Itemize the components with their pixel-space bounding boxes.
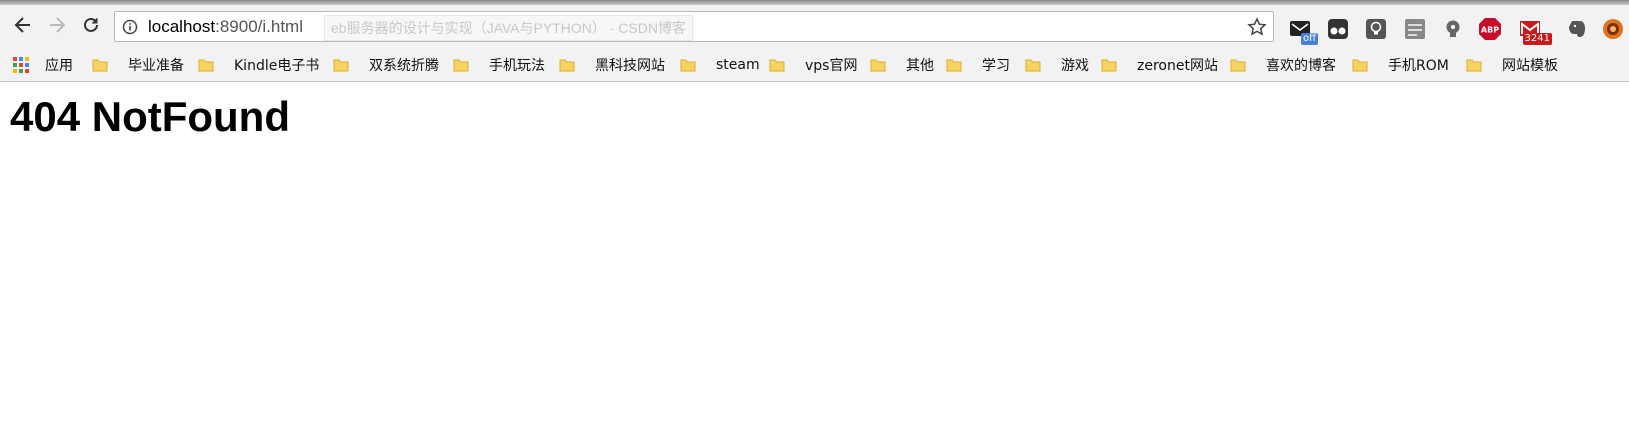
folder-icon [198, 59, 214, 72]
bookmark-folder[interactable]: 喜欢的博客 [1230, 54, 1336, 76]
bookmark-folder[interactable]: 游戏 [1025, 54, 1089, 76]
bookmark-label: 手机ROM [1388, 58, 1449, 74]
bookmark-folder[interactable]: 手机玩法 [453, 54, 545, 76]
bookmark-label: zeronet网站 [1137, 58, 1218, 74]
folder-icon [1352, 59, 1368, 72]
gmail-notifier-icon[interactable]: 3241 [1518, 17, 1552, 45]
address-bar[interactable]: localhost:8900/i.html eb服务器的设计与实现（JAVA与P… [114, 11, 1274, 42]
folder-icon [1466, 59, 1482, 72]
page-icon [1405, 19, 1425, 39]
tampermonkey-icon[interactable] [1326, 17, 1350, 41]
elephant-icon [1569, 21, 1585, 37]
back-arrow-icon [14, 17, 30, 33]
bookmark-star-icon[interactable] [1247, 17, 1267, 37]
page-extension-icon[interactable] [1403, 17, 1427, 41]
folder-icon [559, 59, 575, 72]
unread-count-badge: 3241 [1522, 33, 1552, 45]
ghost-shield-icon [1603, 19, 1623, 39]
bookmark-label: 游戏 [1061, 58, 1089, 74]
bookmark-folder[interactable]: zeronet网站 [1101, 54, 1218, 76]
bookmark-label: 毕业准备 [128, 58, 184, 74]
bookmark-folder[interactable]: 网站模板 [1466, 54, 1558, 76]
folder-icon [680, 59, 696, 72]
bookmark-label: 学习 [982, 58, 1010, 74]
mail-extension-icon[interactable]: off [1288, 17, 1318, 45]
back-button[interactable] [8, 10, 38, 40]
bookmark-label: 应用 [45, 58, 73, 74]
bookmark-folder[interactable]: 黑科技网站 [559, 54, 665, 76]
adblock-plus-icon[interactable]: ABP [1478, 17, 1502, 41]
reload-icon [84, 17, 98, 32]
abp-label: ABP [1481, 26, 1499, 35]
url-text[interactable]: localhost:8900/i.html [148, 16, 303, 38]
bookmark-label: 网站模板 [1502, 58, 1558, 74]
bookmark-label: vps官网 [805, 58, 858, 74]
bookmark-label: 喜欢的博客 [1266, 58, 1336, 74]
browser-toolbar: localhost:8900/i.html eb服务器的设计与实现（JAVA与P… [0, 5, 1629, 48]
folder-icon [92, 59, 108, 72]
folder-icon [333, 59, 349, 72]
folder-icon [1230, 59, 1246, 72]
url-path: :8900/i.html [215, 17, 303, 36]
folder-icon [946, 59, 962, 72]
bookmark-folder[interactable]: vps官网 [769, 54, 857, 76]
folder-icon [769, 59, 785, 72]
bookmark-label: 手机玩法 [489, 58, 545, 74]
bulb-box-icon [1366, 19, 1386, 39]
bulb-icon[interactable] [1441, 17, 1465, 41]
abp-octagon-icon: ABP [1479, 18, 1501, 40]
lightbulb-extension-icon[interactable] [1364, 17, 1388, 41]
bookmark-folder[interactable]: steam [680, 54, 760, 76]
forward-arrow-icon [50, 17, 66, 33]
page-heading: 404 NotFound [10, 93, 290, 140]
info-icon[interactable] [122, 19, 138, 35]
bookmark-apps[interactable]: 应用 [13, 54, 73, 76]
apps-grid-icon [13, 57, 29, 73]
evernote-icon[interactable] [1565, 17, 1589, 41]
reload-button[interactable] [76, 10, 106, 40]
ghostery-icon[interactable] [1601, 17, 1625, 41]
forward-button[interactable] [42, 10, 72, 40]
tampermonkey-shape-icon [1328, 19, 1348, 39]
bookmark-label: 黑科技网站 [595, 58, 665, 74]
bookmark-folder[interactable]: 手机ROM [1352, 54, 1449, 76]
address-suggestion: eb服务器的设计与实现（JAVA与PYTHON） - CSDN博客 [324, 15, 693, 41]
off-badge: off [1300, 33, 1318, 45]
bookmark-folder[interactable]: 双系统折腾 [333, 54, 439, 76]
bookmarks-bar: 应用 毕业准备 Kindle电子书 双系统折腾 手机玩法 黑科技网站 steam… [0, 48, 1629, 82]
bookmark-label: 双系统折腾 [369, 58, 439, 74]
bookmark-folder[interactable]: 其他 [870, 54, 934, 76]
idea-bulb-icon [1446, 20, 1460, 37]
url-host: localhost [148, 17, 216, 36]
folder-icon [1101, 59, 1117, 72]
folder-icon [453, 59, 469, 72]
bookmark-label: Kindle电子书 [234, 58, 320, 74]
bookmark-label: 其他 [906, 58, 934, 74]
folder-icon [870, 59, 886, 72]
bookmark-folder[interactable]: Kindle电子书 [198, 54, 319, 76]
bookmark-folder[interactable]: 学习 [946, 54, 1010, 76]
bookmark-folder[interactable]: 毕业准备 [92, 54, 184, 76]
folder-icon [1025, 59, 1041, 72]
page-content: 404 NotFound [10, 92, 290, 142]
bookmark-label: steam [716, 57, 760, 73]
